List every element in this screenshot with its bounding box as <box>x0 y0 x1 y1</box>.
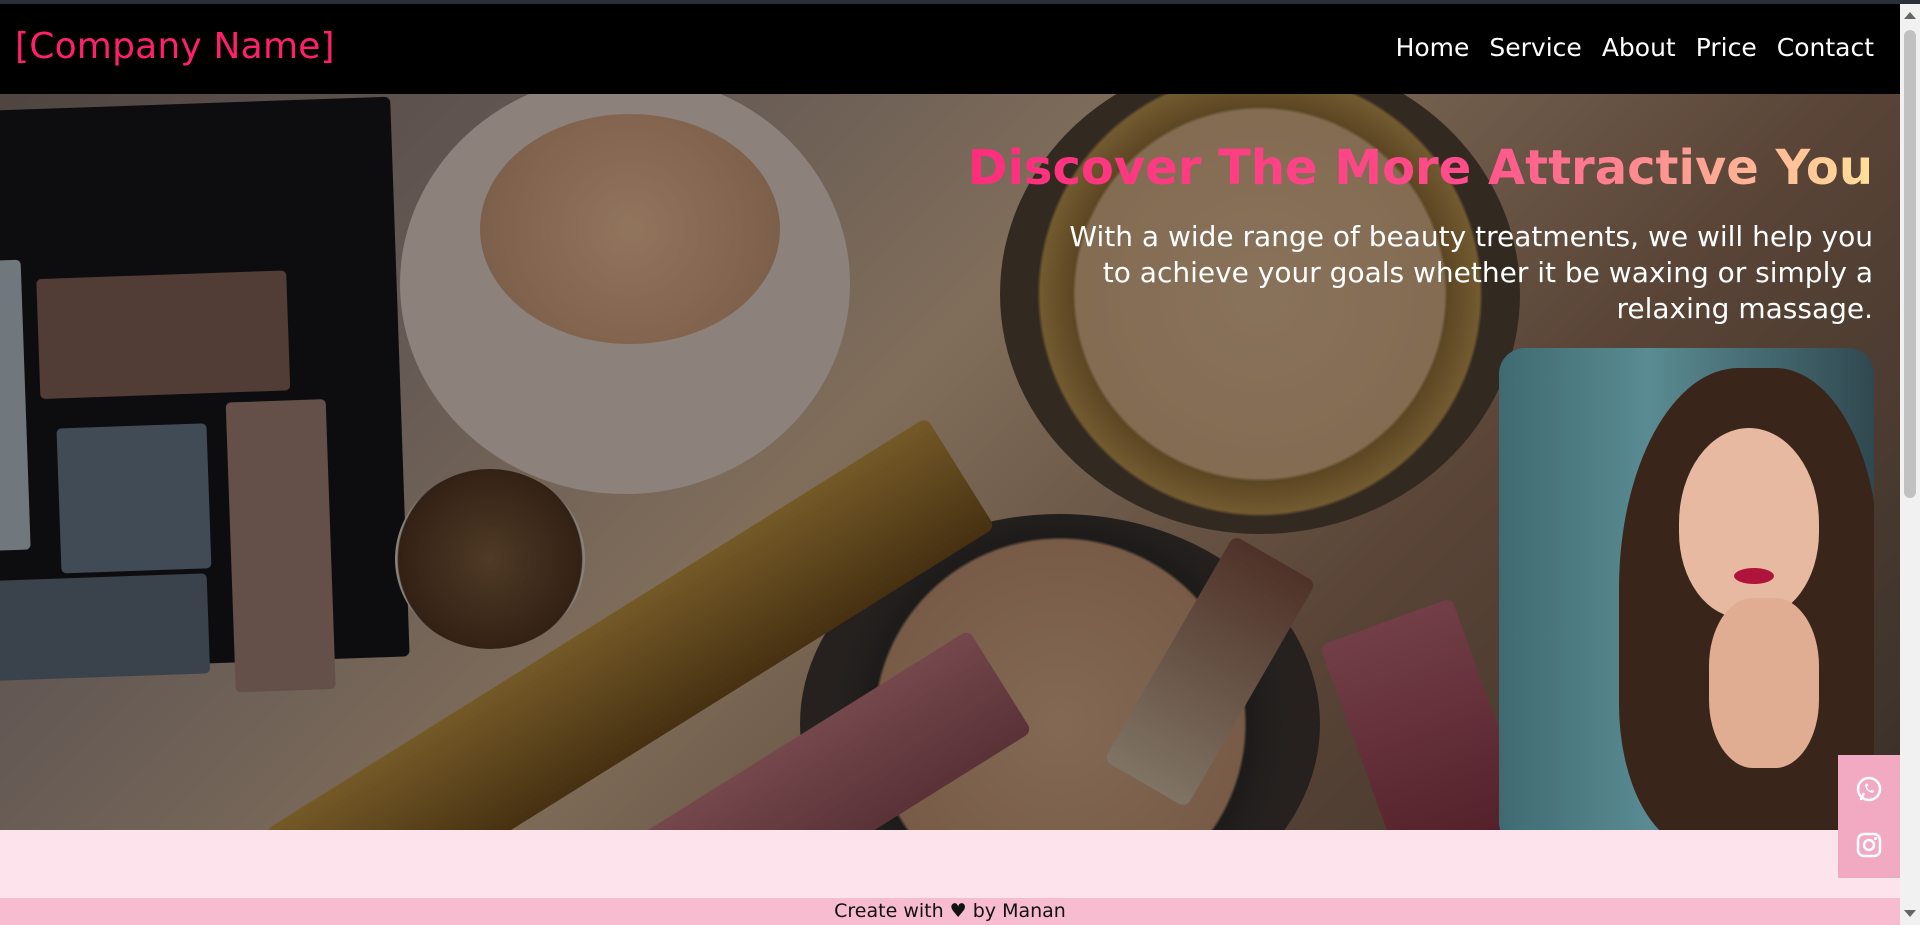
model-portrait-image <box>1499 348 1874 848</box>
footer-credit-text: Create with ♥ by Manan <box>834 900 1066 922</box>
social-sidebar <box>1838 755 1900 878</box>
nav-about-link[interactable]: About <box>1602 33 1676 62</box>
whatsapp-icon[interactable] <box>1854 774 1884 804</box>
scroll-down-arrow-icon[interactable] <box>1904 910 1916 917</box>
page-scrollbar[interactable] <box>1900 4 1920 925</box>
instagram-icon[interactable] <box>1854 830 1884 860</box>
portrait-face <box>1679 428 1819 618</box>
page-footer: Create with ♥ by Manan <box>0 898 1900 925</box>
nav-contact-link[interactable]: Contact <box>1777 33 1874 62</box>
nav-price-link[interactable]: Price <box>1696 33 1757 62</box>
company-name-logo[interactable]: [Company Name] <box>15 26 335 67</box>
hero-description: With a wide range of beauty treatments, … <box>1069 220 1873 325</box>
scroll-up-arrow-icon[interactable] <box>1904 12 1916 19</box>
page-content-area <box>0 830 1900 898</box>
portrait-hand <box>1709 598 1819 768</box>
scrollbar-thumb[interactable] <box>1904 30 1916 498</box>
top-navigation-bar: [Company Name] Home Service About Price … <box>0 4 1900 94</box>
portrait-lips <box>1734 568 1774 584</box>
main-menu: Home Service About Price Contact <box>1396 33 1874 62</box>
nav-service-link[interactable]: Service <box>1489 33 1581 62</box>
hero-title: Discover The More Attractive You <box>967 140 1873 196</box>
nav-home-link[interactable]: Home <box>1396 33 1470 62</box>
